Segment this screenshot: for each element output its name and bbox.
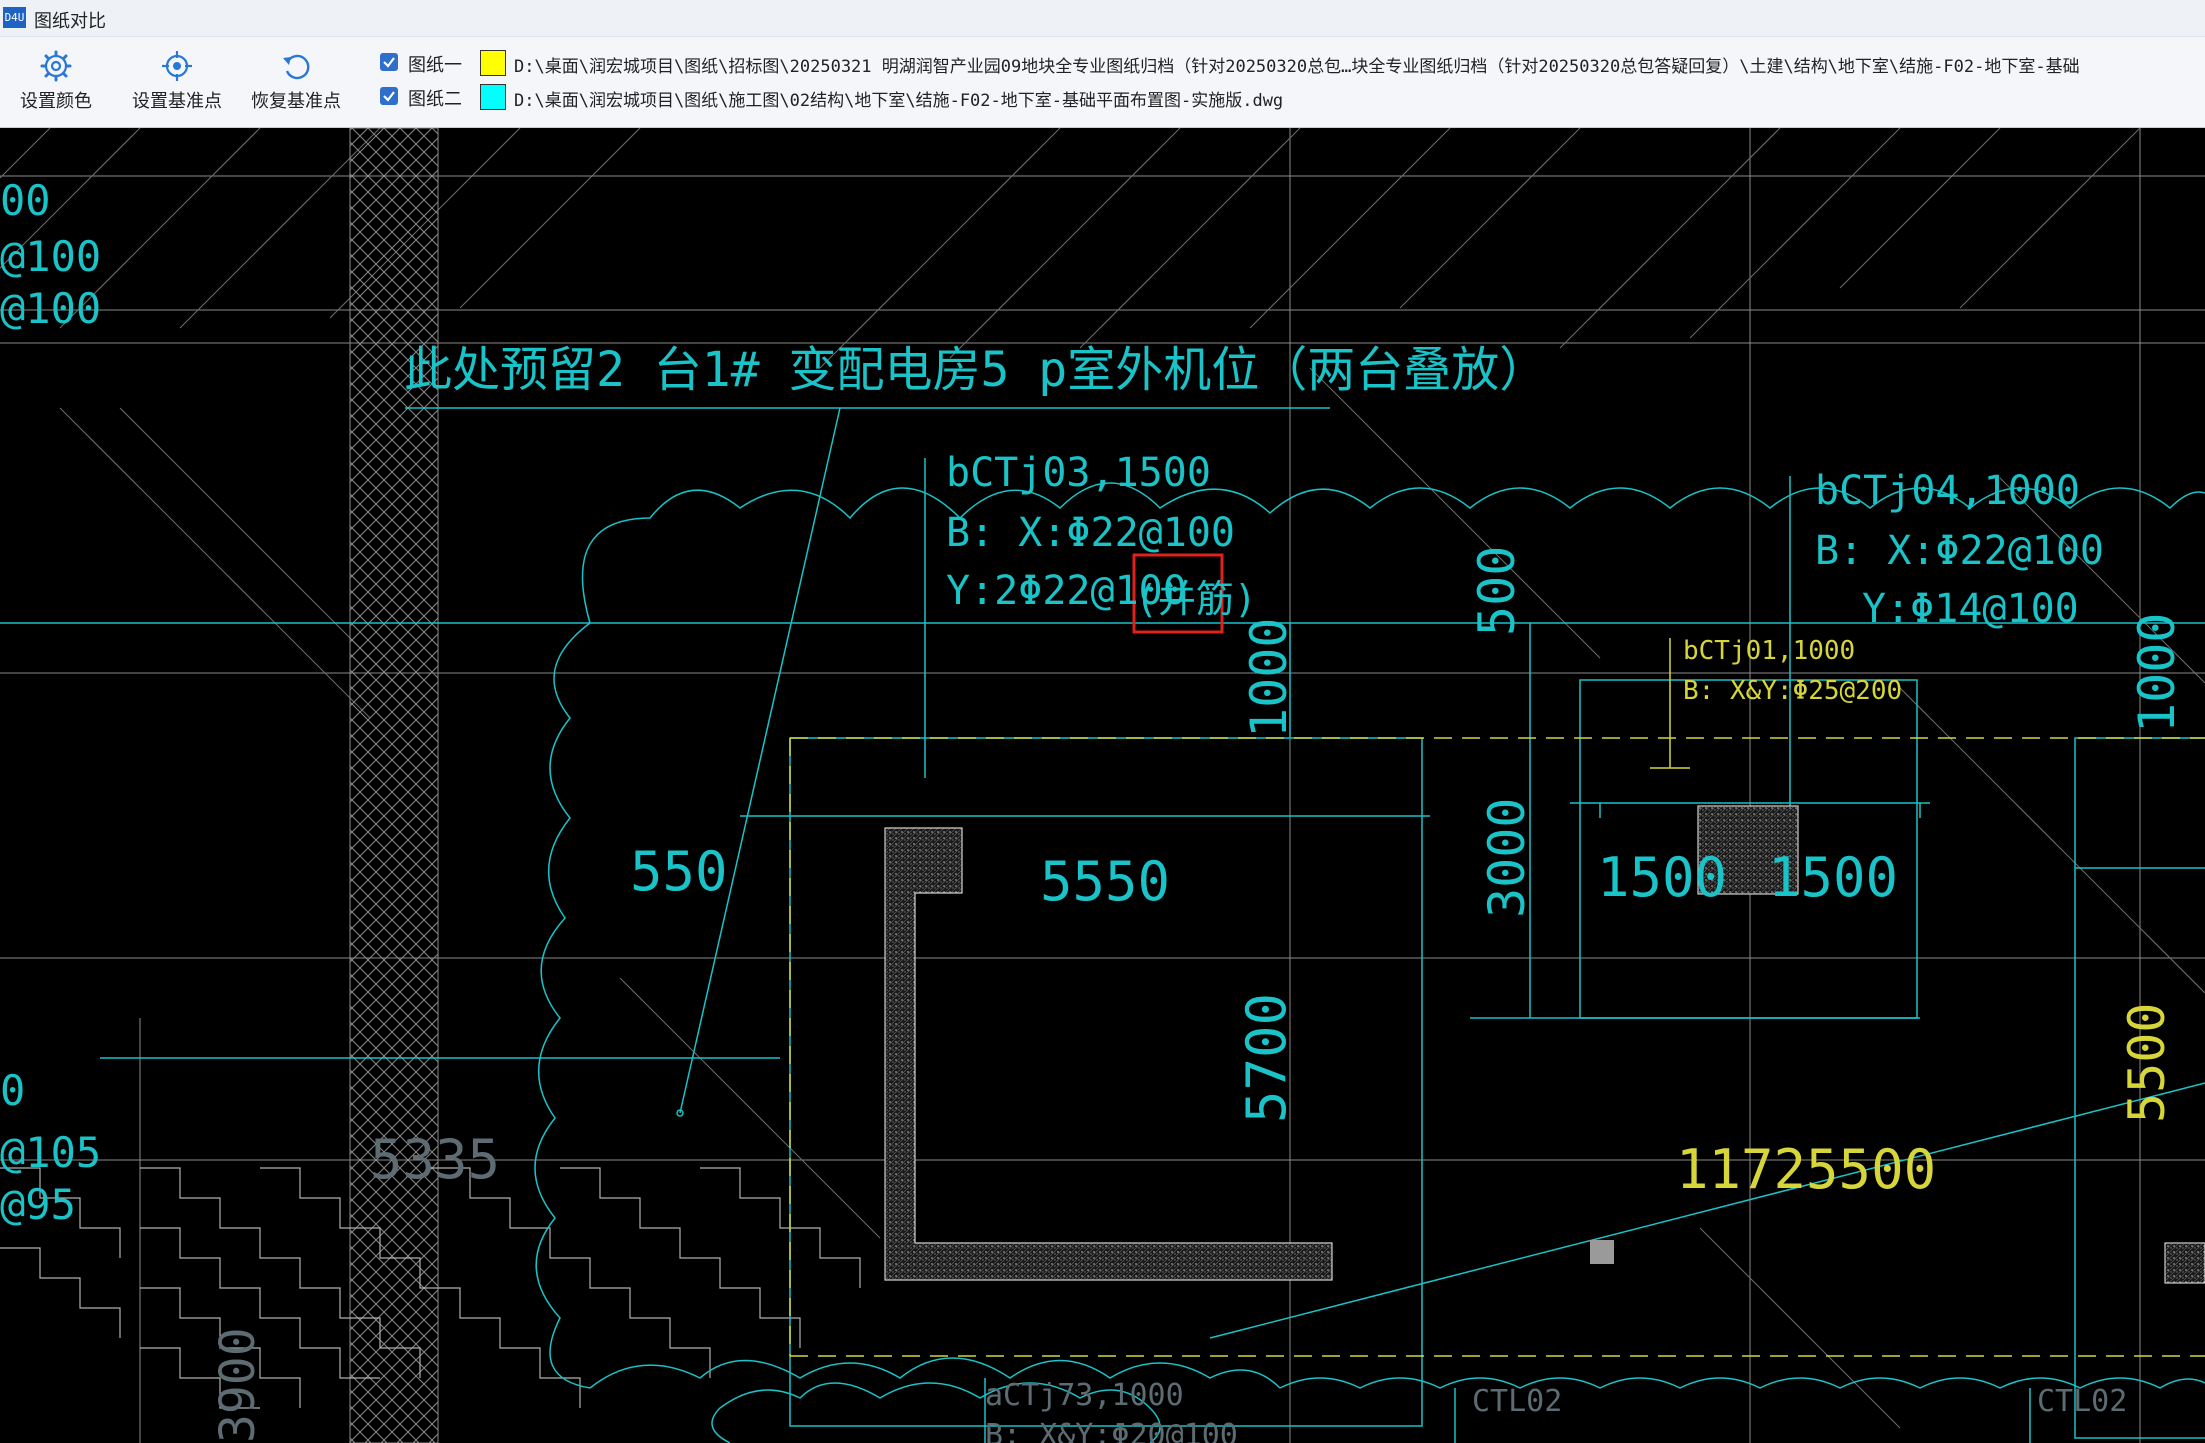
dim-550: 550	[630, 840, 728, 903]
restore-base-point-button[interactable]: 恢复基准点	[244, 49, 348, 117]
dim-1000-b: 1000	[2128, 612, 2186, 733]
drawing-1-checkbox[interactable]	[380, 53, 398, 71]
set-color-button[interactable]: 设置颜色	[14, 49, 98, 117]
left-partial-text: @95	[0, 1180, 76, 1229]
cad-drawing	[0, 128, 2205, 1443]
top-note: 此处预留2 台1# 变配电房5 p室外机位（两台叠放）	[404, 342, 1548, 398]
left-partial-text: 00	[0, 176, 51, 225]
diagonal-lines	[0, 128, 2205, 1429]
tie-beam-label: CTL02	[2037, 1384, 2128, 1419]
dim-5550: 5550	[1040, 850, 1171, 913]
drawing-2-name: 图纸二	[408, 89, 462, 110]
check-icon	[383, 57, 395, 68]
drawing-2-path: D:\桌面\润宏城项目\图纸\施工图\02结构\地下室\结施-F02-地下室-基…	[514, 91, 1284, 111]
cap2-name: bCTj04,1000	[1815, 468, 2080, 514]
drawing-1-name: 图纸一	[408, 55, 462, 76]
dim-3000: 3000	[1478, 797, 1536, 918]
set-base-point-button[interactable]: 设置基准点	[122, 49, 232, 117]
title-bar: D4U 图纸对比	[0, 0, 2205, 37]
hatch-column	[349, 128, 439, 1443]
set-base-point-label: 设置基准点	[132, 91, 222, 112]
toolbar: 设置颜色 设置基准点 恢复基准点 图纸一 D:\桌面\润宏城项目\图纸\招标图\…	[0, 37, 2205, 128]
left-partial-text: @105	[0, 1128, 102, 1177]
dim-5335: 5335	[370, 1128, 501, 1191]
drawing-1-color-swatch[interactable]	[480, 50, 506, 76]
left-partial-text: @100	[0, 232, 102, 281]
window-title: 图纸对比	[34, 11, 106, 32]
left-partial-text: 0	[0, 1066, 26, 1115]
bottom-cap-rebar: B: X&Y:Φ20@100	[985, 1418, 1238, 1443]
dim-1000-a: 1000	[1240, 617, 1298, 738]
set-color-label: 设置颜色	[20, 91, 92, 112]
drawing-2-checkbox[interactable]	[380, 87, 398, 105]
dim-1500-b: 1500	[1768, 846, 1899, 909]
cap1-bottom-rebar: B: X:Φ22@100	[946, 510, 1235, 556]
app-icon: D4U	[3, 7, 26, 28]
cap1-bundled-note: (并筋)	[1135, 577, 1257, 621]
dim-5700: 5700	[1235, 992, 1298, 1123]
check-icon	[383, 91, 395, 102]
cap1-name: bCTj03,1500	[946, 450, 1211, 496]
dim-5500: 5500	[2118, 1002, 2176, 1123]
dim-3900: 3900	[210, 1327, 266, 1443]
gear-icon	[40, 50, 72, 82]
undo-icon	[283, 54, 310, 80]
restore-base-point-label: 恢复基准点	[251, 91, 341, 112]
tie-beam-label: CTL02	[1472, 1384, 1563, 1419]
dim-500: 500	[1468, 545, 1526, 636]
drawing-2-color-swatch[interactable]	[480, 84, 506, 110]
dim-11725500: 11725500	[1676, 1138, 1937, 1201]
left-partial-text: @100	[0, 284, 102, 333]
cap3-rebar: B: X&Y:Φ25@200	[1683, 676, 1903, 706]
cad-canvas[interactable]: 00 @100 @100 0 @105 @95 此处预留2 台1# 变配电房5 …	[0, 128, 2205, 1443]
bottom-cap-name: aCTj73,1000	[985, 1378, 1184, 1413]
drawing-1-path: D:\桌面\润宏城项目\图纸\招标图\20250321 明湖润智产业园09地块全…	[514, 57, 2080, 77]
cap2-y-rebar: Y:Φ14@100	[1862, 586, 2079, 632]
dim-1500-a: 1500	[1597, 846, 1728, 909]
cap2-bottom-rebar: B: X:Φ22@100	[1815, 528, 2104, 574]
crosshair-icon	[162, 51, 192, 81]
cap3-name: bCTj01,1000	[1683, 636, 1856, 666]
